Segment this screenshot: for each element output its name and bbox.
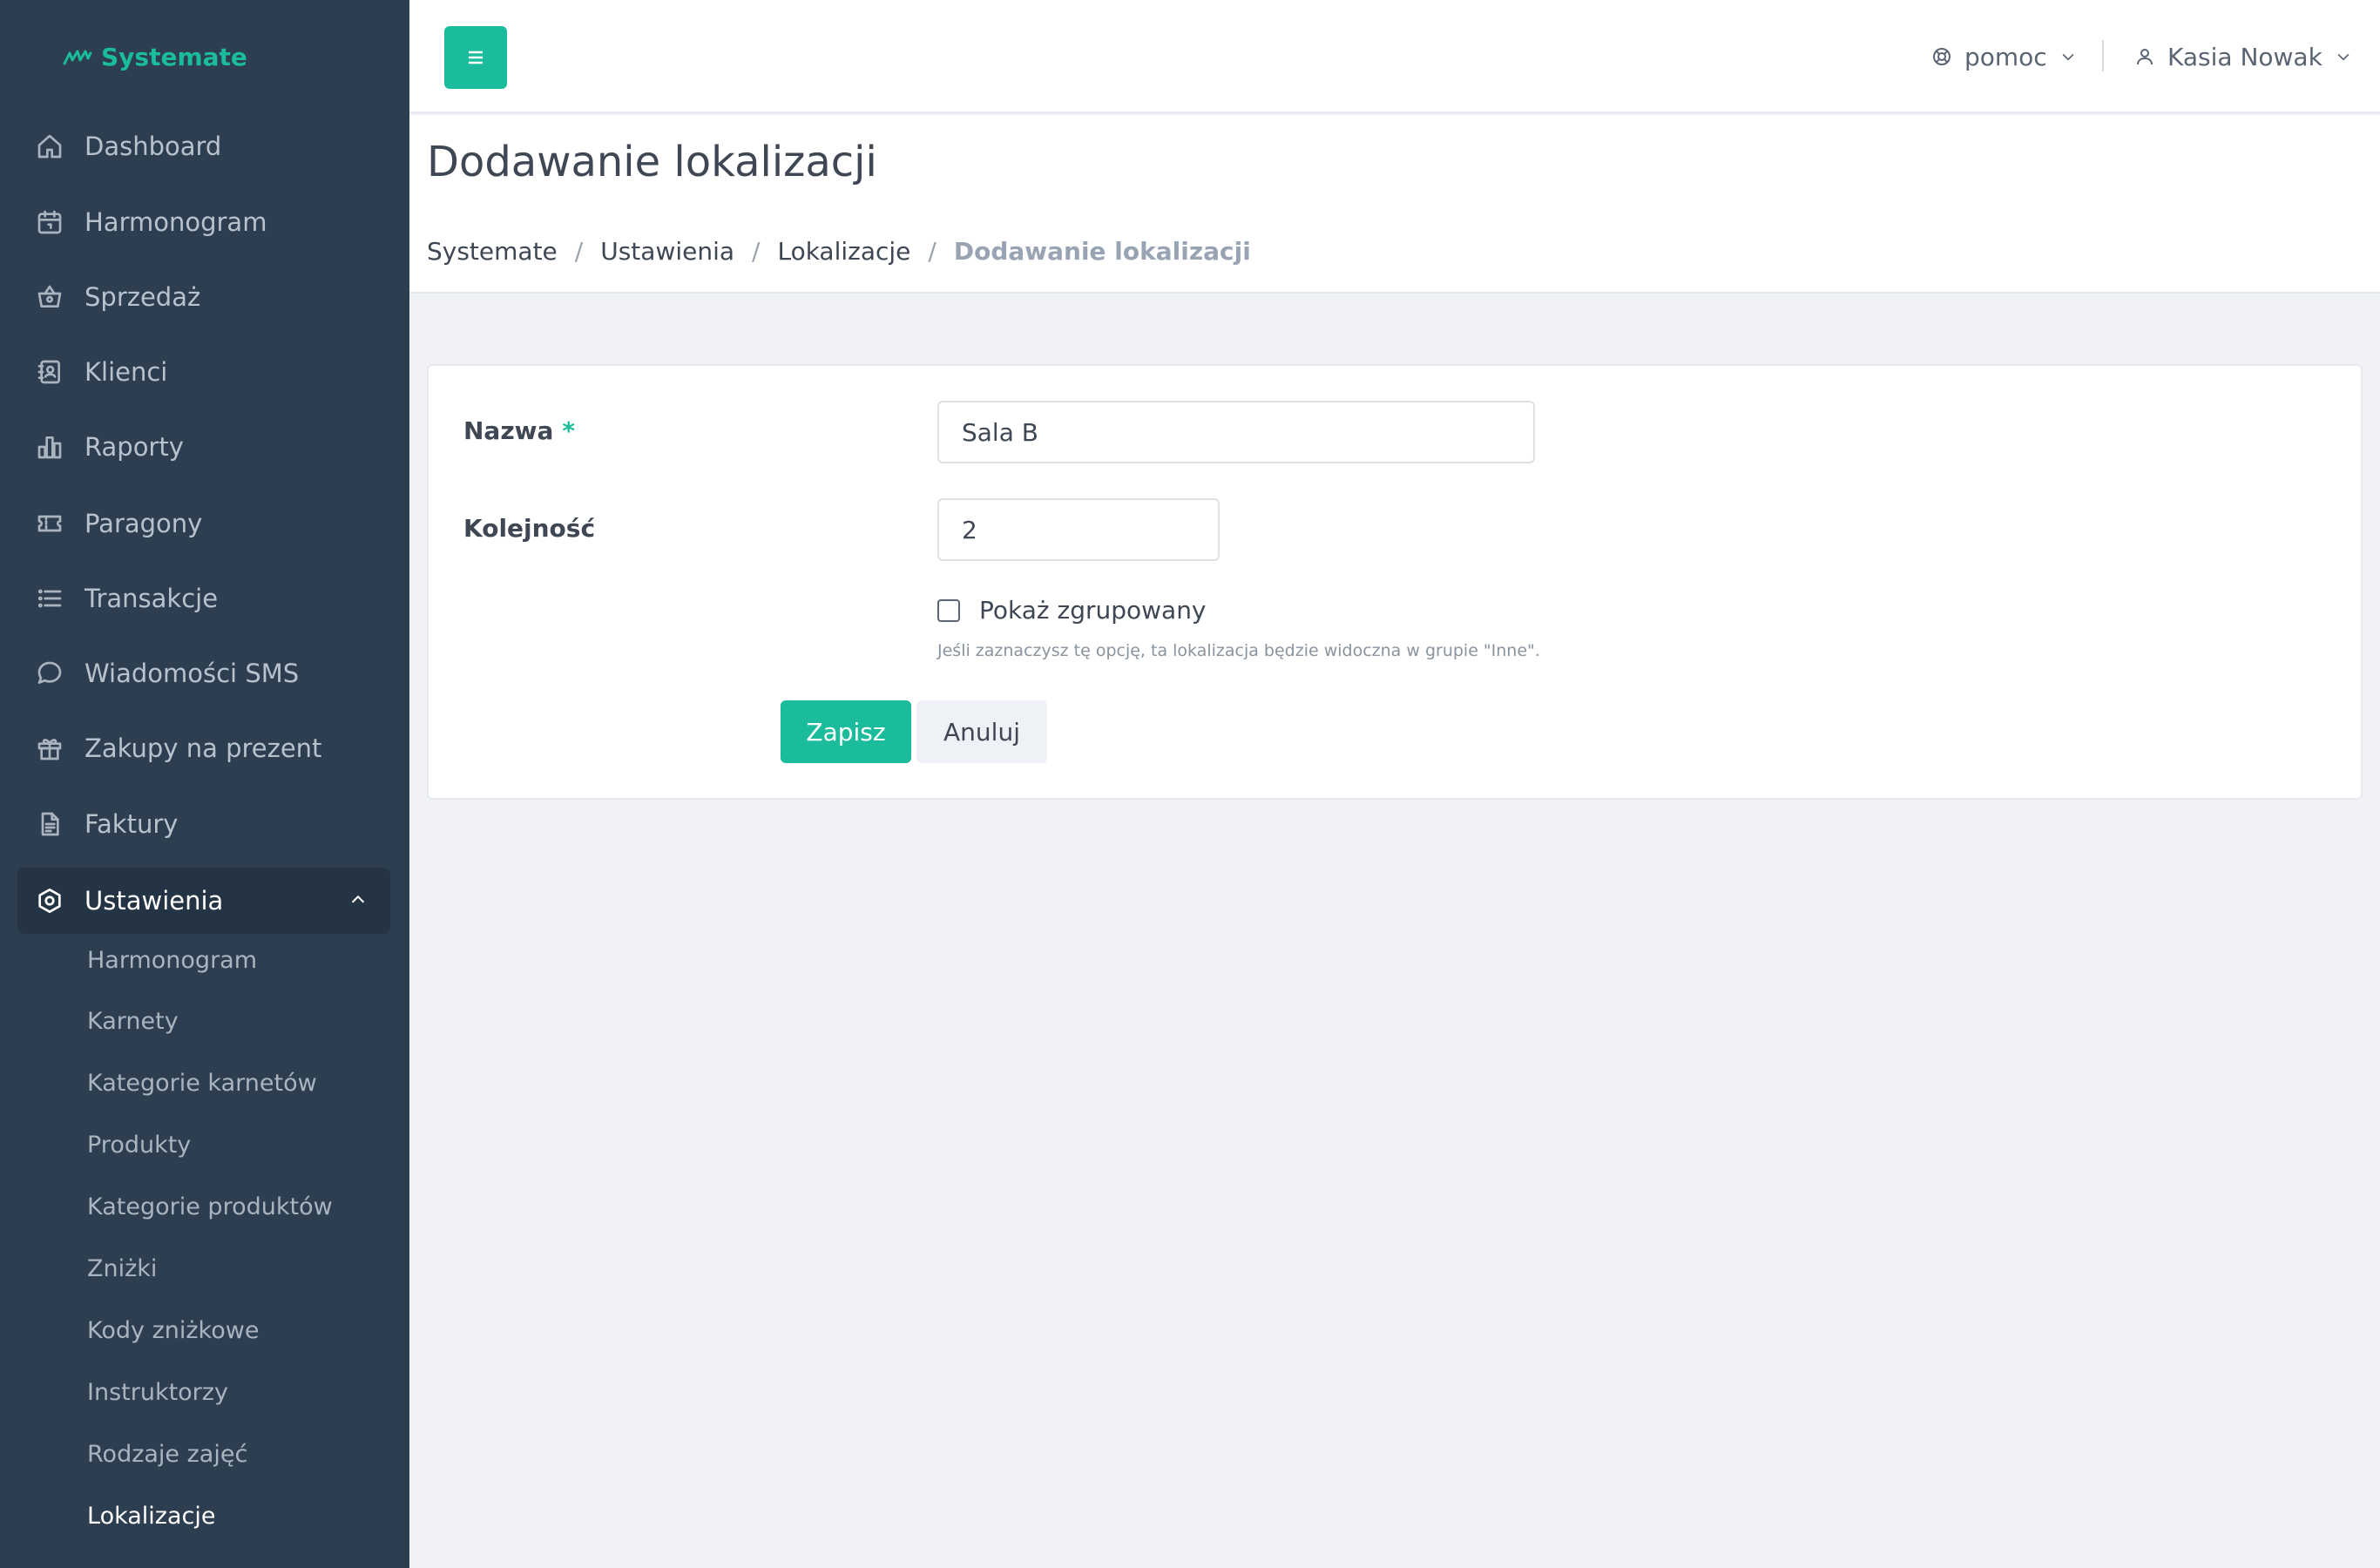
name-input[interactable] [937,401,1535,463]
save-button[interactable]: Zapisz [781,700,911,763]
sidebar-item-faktury[interactable]: Faktury [17,791,390,857]
grouped-checkbox-row: Pokaż zgrupowany [937,596,1207,625]
hamburger-icon [469,51,483,64]
contacts-icon [34,356,65,388]
topbar: pomoc Kasia Nowak [409,0,2380,113]
gift-icon [34,733,65,764]
sidebar-item-label: Faktury [85,809,179,839]
breadcrumb-separator: / [928,237,936,266]
sidebar-subitem-produkty[interactable]: Produkty [87,1125,191,1164]
breadcrumb-separator: / [752,237,761,266]
sidebar-item-label: Sprzedaż [85,282,201,312]
sidebar-subitem-instruktorzy[interactable]: Instruktorzy [87,1373,228,1411]
user-name: Kasia Nowak [2167,42,2323,71]
sidebar-subitem-znizki[interactable]: Zniżki [87,1249,157,1288]
chevron-up-icon[interactable] [348,890,368,909]
user-menu[interactable]: Kasia Nowak [2134,35,2352,78]
help-menu[interactable]: pomoc [1931,35,2077,78]
sidebar-item-label: Harmonogram [85,207,267,237]
basket-icon [34,281,65,313]
menu-toggle-button[interactable] [444,26,507,89]
sidebar-item-raporty[interactable]: Raporty [17,414,390,480]
sidebar-subitem-harmonogram[interactable]: Harmonogram [87,941,257,979]
breadcrumb-separator: / [574,237,584,266]
cancel-button[interactable]: Anuluj [916,700,1047,763]
sidebar-item-transakcje[interactable]: Transakcje [17,565,390,632]
breadcrumb-item-ustawienia[interactable]: Ustawienia [600,237,734,266]
home-icon [34,131,65,162]
settings-icon [34,885,65,916]
brand-logo[interactable]: Systemate [63,38,247,75]
page-title: Dodawanie lokalizacji [427,138,877,186]
sidebar-item-paragony[interactable]: Paragony [17,490,390,557]
sidebar-item-klienci[interactable]: Klienci [17,339,390,405]
sidebar-item-harmonogram[interactable]: Harmonogram [17,189,390,255]
sidebar-item-wiadomosci-sms[interactable]: Wiadomości SMS [17,640,390,706]
bar-chart-icon [34,431,65,463]
order-input[interactable] [937,498,1220,561]
sidebar-item-zakupy-na-prezent[interactable]: Zakupy na prezent [17,715,390,781]
sidebar-item-label: Raporty [85,432,184,462]
sidebar-subitem-kategorie-karnetow[interactable]: Kategorie karnetów [87,1064,317,1102]
name-label-text: Nazwa [463,416,554,445]
ticket-icon [34,508,65,539]
lifebuoy-icon [1933,48,1951,65]
sidebar-item-label: Dashboard [85,132,222,161]
sidebar-item-label: Klienci [85,357,168,387]
brand-logo-icon [63,50,92,65]
chevron-down-icon [2337,53,2350,61]
grouped-checkbox[interactable] [937,598,960,622]
sidebar-item-label: Paragony [85,509,203,538]
list-icon [34,583,65,614]
help-label: pomoc [1964,42,2047,71]
grouped-hint: Jeśli zaznaczysz tę opcję, ta lokalizacj… [937,641,1540,660]
sidebar-item-dashboard[interactable]: Dashboard [17,113,390,179]
breadcrumb-item-systemate[interactable]: Systemate [427,237,558,266]
required-mark: * [562,416,576,445]
grouped-checkbox-label[interactable]: Pokaż zgrupowany [979,596,1207,625]
order-field-label: Kolejność [463,514,596,543]
sidebar-subitem-kody-znizkowe[interactable]: Kody zniżkowe [87,1311,259,1349]
sidebar: Systemate Dashboard Harmonogram Sprzedaż… [0,0,409,1568]
sidebar-item-ustawienia[interactable]: Ustawienia [17,868,390,934]
sidebar-subitem-karnety[interactable]: Karnety [87,1002,179,1040]
chevron-down-icon [2062,53,2074,61]
sidebar-item-label: Transakcje [85,584,219,613]
breadcrumb-item-lokalizacje[interactable]: Lokalizacje [777,237,910,266]
location-form-card: Nazwa * Kolejność Pokaż zgrupowany Jeśli … [427,364,2363,800]
sidebar-item-sprzedaz[interactable]: Sprzedaż [17,264,390,330]
user-icon [2137,49,2153,65]
chat-icon [34,658,65,689]
breadcrumb-item-current: Dodawanie lokalizacji [953,237,1251,266]
sidebar-item-label: Wiadomości SMS [85,659,300,688]
name-field-label: Nazwa * [463,416,575,445]
document-icon [34,808,65,840]
sidebar-item-label: Zakupy na prezent [85,733,322,763]
sidebar-item-label: Ustawienia [85,886,224,916]
breadcrumb: Systemate / Ustawienia / Lokalizacje / D… [427,237,1251,266]
sidebar-subitem-rodzaje-zajec[interactable]: Rodzaje zajęć [87,1435,247,1473]
sidebar-subitem-kategorie-produktow[interactable]: Kategorie produktów [87,1187,333,1226]
page-header: Dodawanie lokalizacji Systemate / Ustawi… [409,115,2380,294]
calendar-icon [34,206,65,238]
brand-name: Systemate [101,42,247,71]
sidebar-subitem-lokalizacje[interactable]: Lokalizacje [87,1497,215,1535]
topbar-divider [2102,40,2104,71]
